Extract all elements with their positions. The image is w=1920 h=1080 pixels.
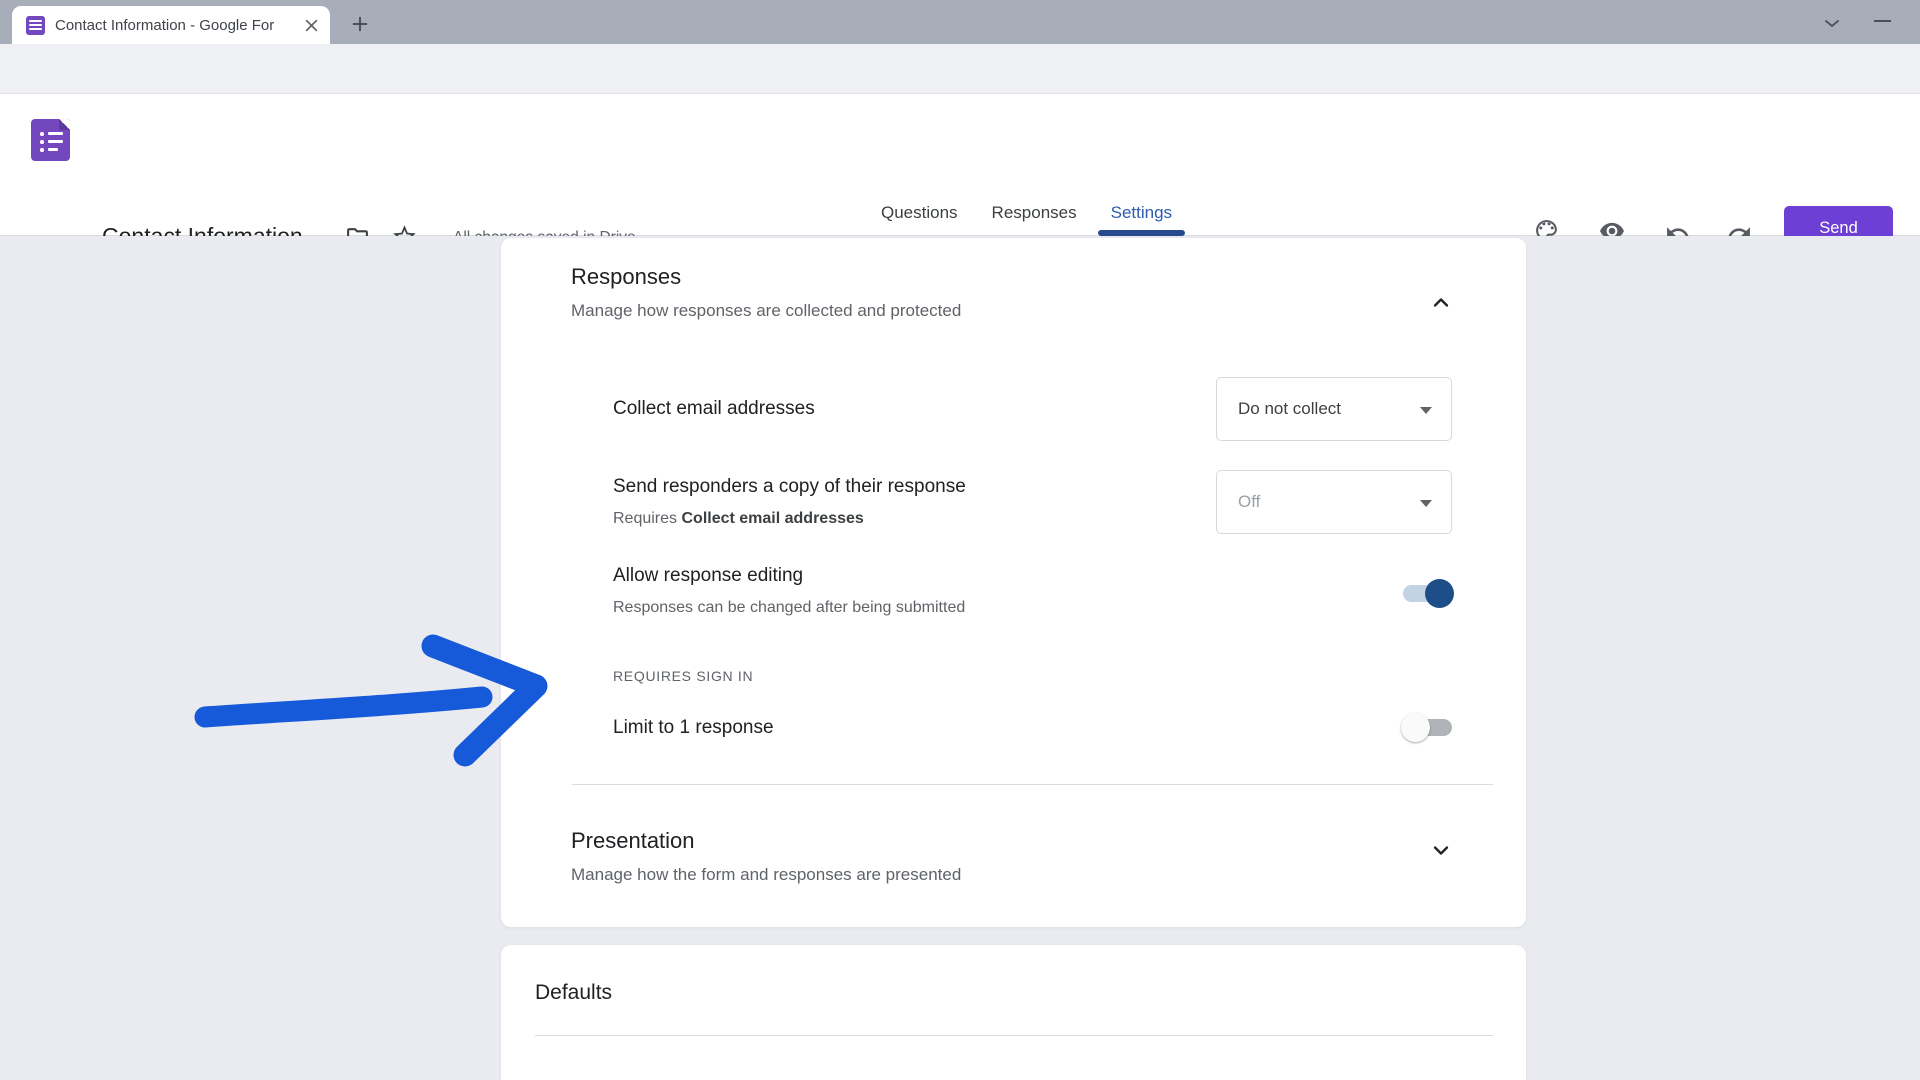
forms-header: Contact Information All changes saved in… [0, 94, 1920, 251]
minimize-button[interactable] [1874, 20, 1891, 22]
send-copy-sublabel: Requires Collect email addresses [613, 510, 864, 527]
defaults-section-title: Defaults [535, 981, 613, 1004]
defaults-card: Defaults [501, 945, 1526, 1080]
collect-email-dropdown[interactable]: Do not collect [1216, 377, 1452, 441]
forms-favicon-icon [26, 15, 45, 35]
presentation-section-subtitle: Manage how the form and responses are pr… [571, 865, 962, 884]
collapse-responses-chevron-icon[interactable] [1429, 291, 1453, 315]
allow-editing-sublabel: Responses can be changed after being sub… [613, 599, 966, 616]
form-nav-tabs: Questions Responses Settings [864, 191, 1189, 236]
responses-section-title: Responses [571, 264, 682, 289]
defaults-divider [535, 1035, 1493, 1036]
window-chevron-down-icon[interactable] [1820, 11, 1844, 35]
allow-editing-label: Allow response editing [613, 565, 804, 586]
new-tab-button[interactable] [346, 10, 374, 38]
tab-close-icon[interactable] [302, 16, 320, 34]
section-divider [572, 784, 1493, 785]
limit-one-response-label: Limit to 1 response [613, 717, 774, 738]
responses-section-subtitle: Manage how responses are collected and p… [571, 301, 962, 320]
toggle-thumb [1401, 713, 1430, 742]
limit-one-response-toggle[interactable] [1401, 713, 1452, 742]
allow-editing-toggle[interactable] [1403, 579, 1454, 608]
dropdown-caret-icon [1420, 407, 1432, 414]
send-copy-label: Send responders a copy of their response [613, 476, 966, 497]
send-copy-value: Off [1238, 492, 1261, 511]
collect-email-label: Collect email addresses [613, 398, 815, 419]
responses-settings-card: Responses Manage how responses are colle… [501, 238, 1526, 927]
browser-window: Contact Information - Google For Send Qu… [0, 0, 1920, 1080]
settings-page: Responses Manage how responses are colle… [0, 236, 1920, 1080]
browser-tab[interactable]: Contact Information - Google For [12, 6, 330, 44]
tab-responses[interactable]: Responses [975, 191, 1094, 235]
presentation-section-title: Presentation [571, 828, 695, 853]
tab-settings[interactable]: Settings [1094, 191, 1189, 236]
expand-presentation-chevron-icon[interactable] [1429, 838, 1453, 862]
forms-logo-icon[interactable] [31, 119, 70, 161]
collect-email-value: Do not collect [1238, 399, 1341, 418]
tab-title-fade [278, 14, 304, 38]
tab-strip: Contact Information - Google For [0, 0, 1920, 44]
toggle-thumb [1425, 579, 1454, 608]
tab-questions[interactable]: Questions [864, 191, 975, 235]
browser-toolbar: docs.google.com/forms/d/1EkjZePd2B6zKDPN… [0, 44, 1920, 132]
dropdown-caret-icon [1420, 500, 1432, 507]
send-copy-dropdown[interactable]: Off [1216, 470, 1452, 534]
tab-title: Contact Information - Google For [55, 16, 275, 34]
requires-sign-in-label: REQUIRES SIGN IN [613, 668, 754, 684]
